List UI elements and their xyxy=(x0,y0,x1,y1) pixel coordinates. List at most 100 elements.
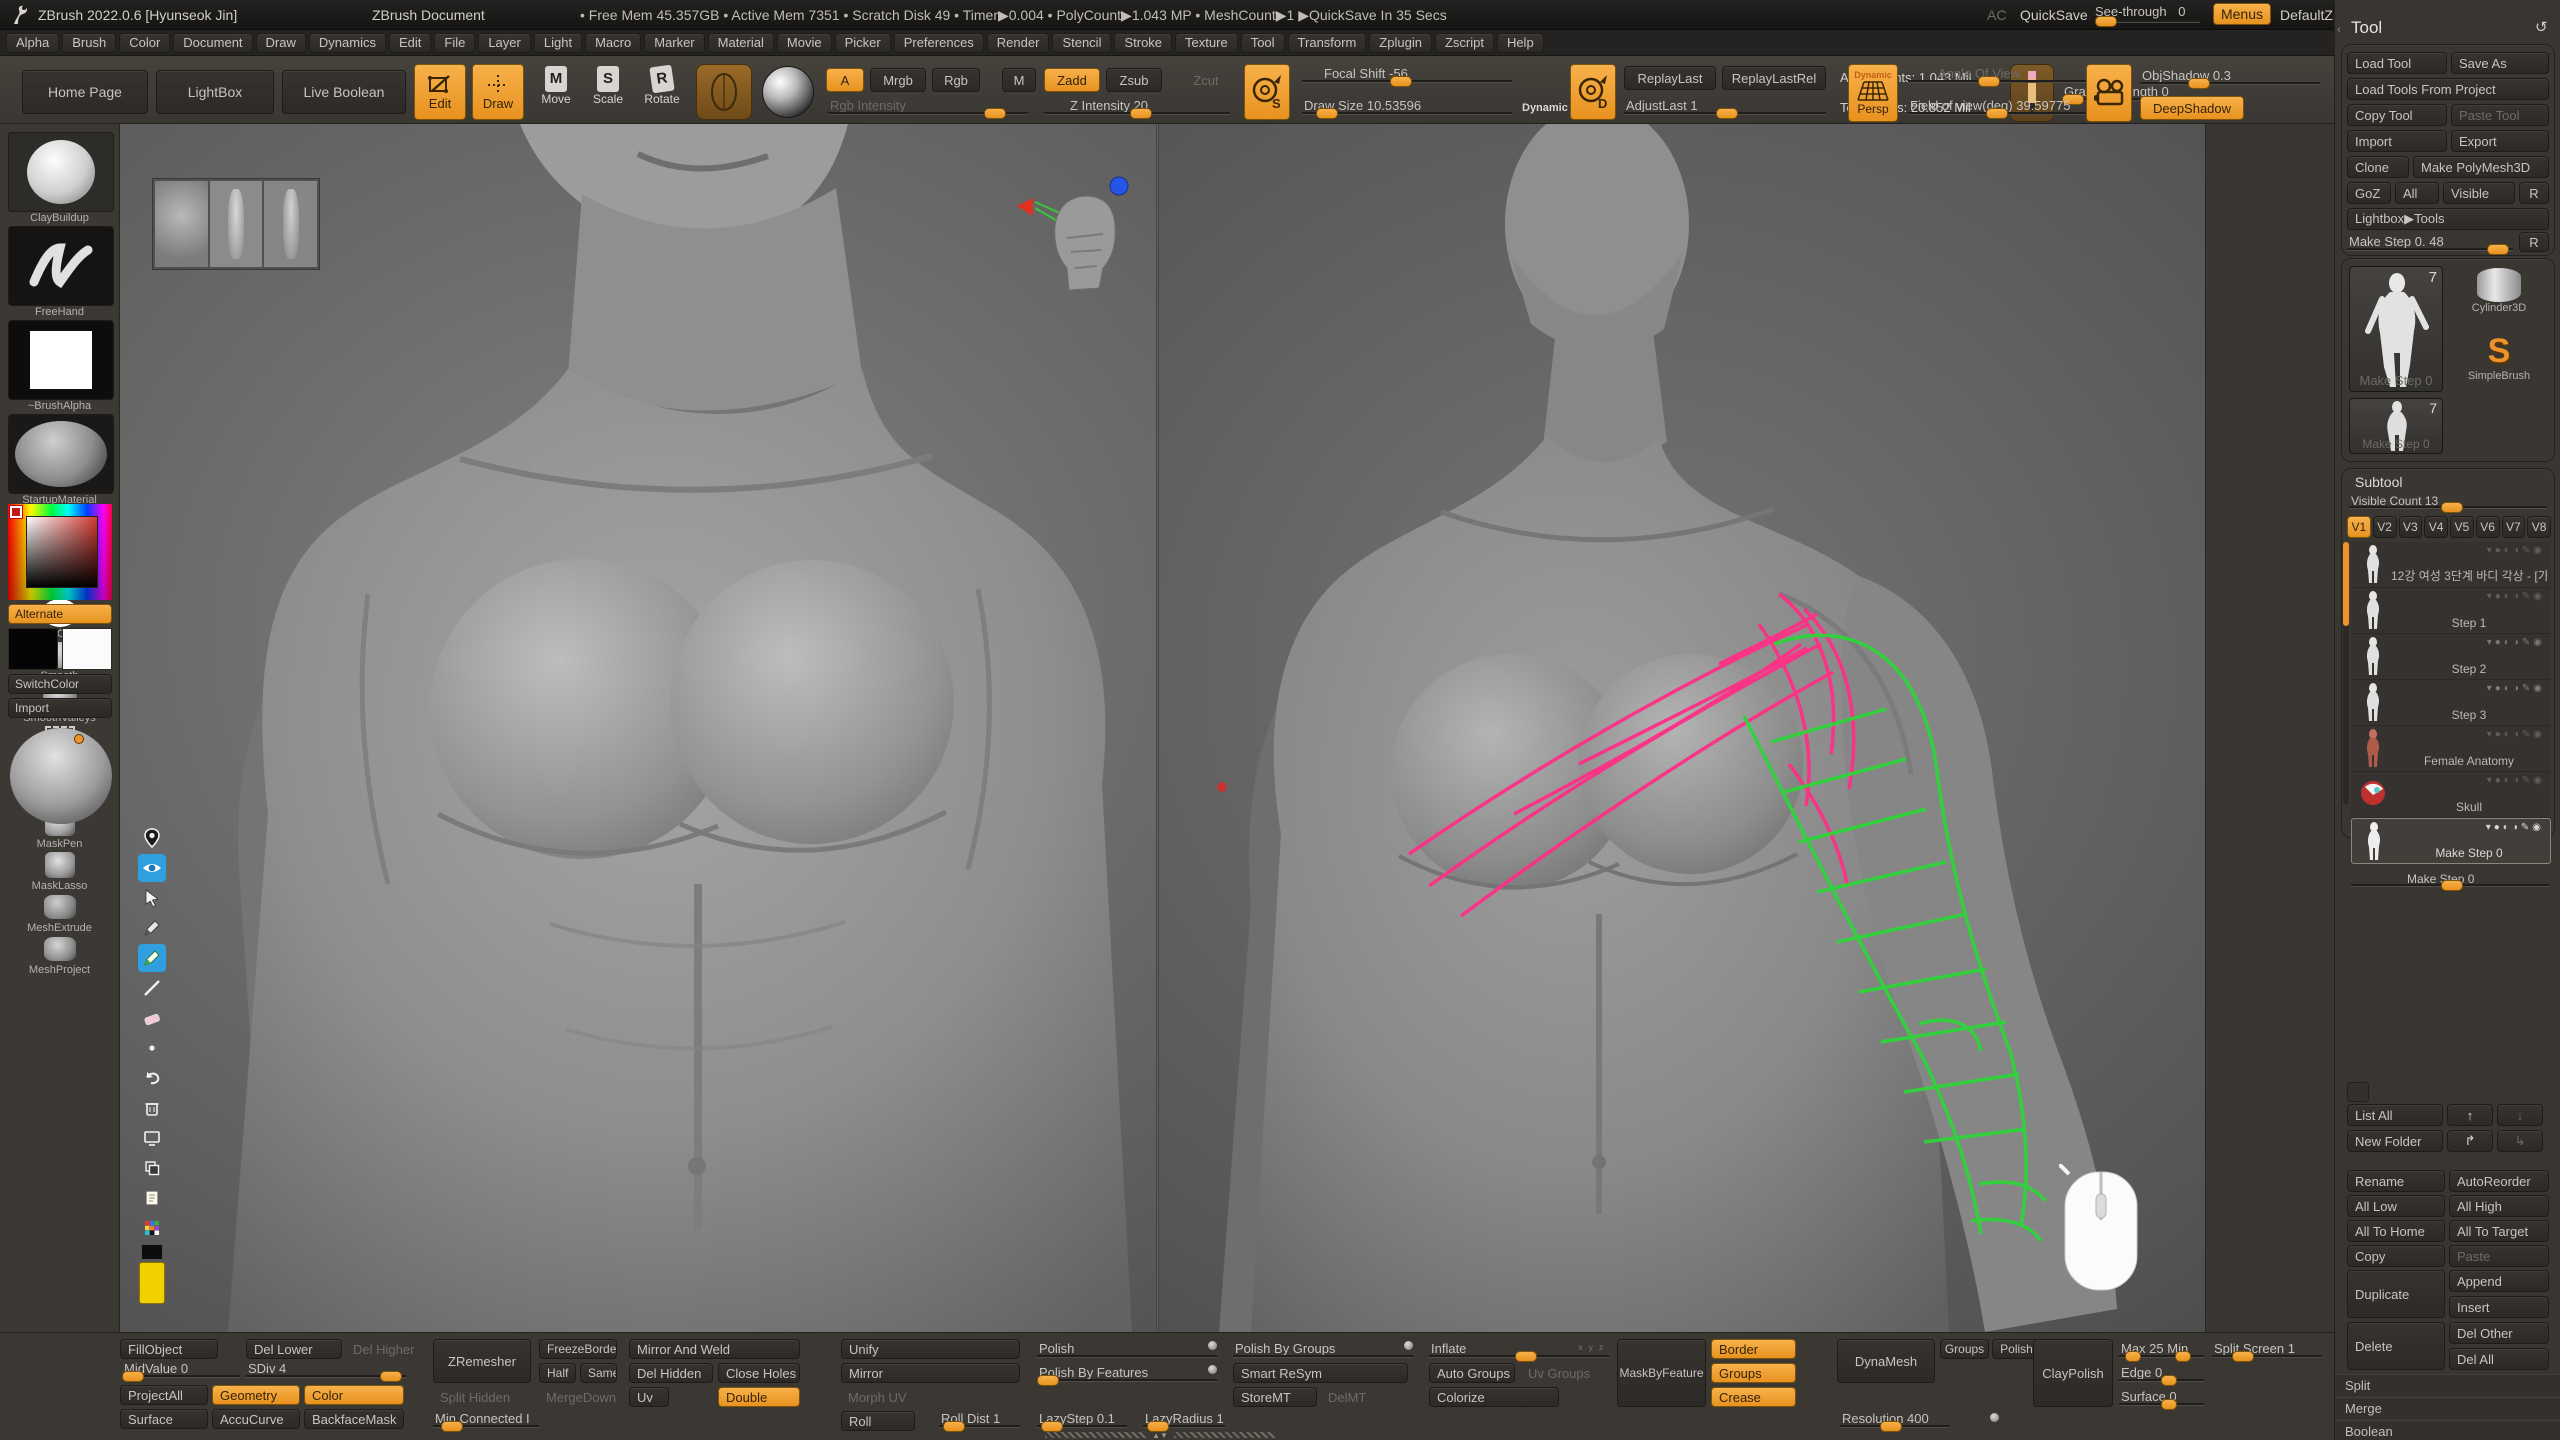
insert-button[interactable]: Insert xyxy=(2449,1296,2549,1318)
home-page-button[interactable]: Home Page xyxy=(22,70,148,114)
main-color-swatch[interactable] xyxy=(8,628,58,670)
del-all-button[interactable]: Del All xyxy=(2449,1348,2549,1370)
folder-down-button[interactable]: ↳ xyxy=(2497,1130,2543,1152)
inflate-slider[interactable]: Inflatex y z xyxy=(1429,1341,1609,1359)
undo-icon[interactable] xyxy=(138,1064,166,1092)
polish-toggle-dot[interactable] xyxy=(1208,1341,1217,1350)
menu-brush[interactable]: Brush xyxy=(62,33,116,53)
zremesher-button[interactable]: ZRemesher xyxy=(433,1339,531,1383)
light-position-dot[interactable] xyxy=(74,734,84,744)
morph-uv-button[interactable]: Morph UV xyxy=(841,1387,931,1407)
cursor-icon[interactable] xyxy=(138,884,166,912)
draw-mode-button[interactable]: Draw xyxy=(472,64,524,120)
menu-draw[interactable]: Draw xyxy=(256,33,306,53)
double-button[interactable]: Double xyxy=(718,1387,800,1407)
stroke-preview[interactable] xyxy=(696,64,752,120)
edit-mode-button[interactable]: Edit xyxy=(414,64,466,120)
pbf-toggle-dot[interactable] xyxy=(1208,1365,1217,1374)
auto-groups-button[interactable]: Auto Groups xyxy=(1429,1363,1515,1383)
duplicate-button[interactable]: Duplicate xyxy=(2347,1270,2445,1318)
menu-document[interactable]: Document xyxy=(173,33,252,53)
trash-icon[interactable] xyxy=(138,1094,166,1122)
layers-icon[interactable] xyxy=(138,1154,166,1182)
geometry-tab-button[interactable]: Geometry xyxy=(212,1385,300,1405)
mbf-border-button[interactable]: Border xyxy=(1711,1339,1796,1359)
goz-r-button[interactable]: R xyxy=(2519,182,2549,204)
dynamic-draw-button[interactable]: D xyxy=(1570,64,1616,120)
tool-reset-icon[interactable]: ↺ xyxy=(2535,18,2548,36)
smart-resym-button[interactable]: Smart ReSym xyxy=(1233,1363,1408,1383)
switch-color-button[interactable]: SwitchColor xyxy=(8,674,112,694)
menu-stencil[interactable]: Stencil xyxy=(1052,33,1111,53)
camera-orientation-preview[interactable] xyxy=(1015,168,1135,318)
lightbox-tools-button[interactable]: Lightbox▶Tools xyxy=(2347,208,2549,230)
move-mode-button[interactable]: M Move xyxy=(534,66,578,118)
reference-thumb-head[interactable] xyxy=(155,181,208,267)
rgb-toggle[interactable]: Rgb xyxy=(932,68,980,92)
focal-shift-slider[interactable]: Focal Shift -56 xyxy=(1302,66,1512,84)
dynamesh-groups-button[interactable]: Groups xyxy=(1940,1339,1989,1359)
mbf-crease-button[interactable]: Crease xyxy=(1711,1387,1796,1407)
load-tools-from-project-button[interactable]: Load Tools From Project xyxy=(2347,78,2549,100)
deep-shadow-button[interactable]: DeepShadow xyxy=(2140,96,2244,120)
pen-icon[interactable] xyxy=(138,914,166,942)
m-toggle[interactable]: M xyxy=(1002,68,1036,92)
polish-by-groups-slider[interactable]: Polish By Groups xyxy=(1233,1341,1413,1359)
rotate-mode-button[interactable]: R Rotate xyxy=(638,66,686,118)
replay-last-rel-button[interactable]: ReplayLastRel xyxy=(1722,66,1826,90)
menu-transform[interactable]: Transform xyxy=(1288,33,1367,53)
menu-render[interactable]: Render xyxy=(987,33,1050,53)
backface-mask-button[interactable]: BackfaceMask xyxy=(304,1409,404,1429)
left-figure-sculpt[interactable] xyxy=(120,124,1157,1332)
subtool-scrollbar[interactable] xyxy=(2343,542,2349,804)
a-toggle[interactable]: A xyxy=(826,68,864,92)
subtool-item-4[interactable]: ▾●◐◑✎◉ Female Anatomy xyxy=(2351,726,2551,772)
tab-v4[interactable]: V4 xyxy=(2424,516,2448,538)
tab-v1[interactable]: V1 xyxy=(2347,516,2371,538)
smooth-stroke-button[interactable]: S xyxy=(1244,64,1290,120)
eraser-icon[interactable] xyxy=(138,1004,166,1032)
clone-button[interactable]: Clone xyxy=(2347,156,2409,178)
list-all-button[interactable]: List All xyxy=(2347,1104,2443,1126)
subtool-item-5[interactable]: ▾●◐◑✎◉ Skull xyxy=(2351,772,2551,818)
field-of-view-slider[interactable]: Field of view(deg) 39.59775 xyxy=(1908,98,2108,116)
screen-capture-icon[interactable] xyxy=(138,1124,166,1152)
current-stroke[interactable]: FreeHand xyxy=(8,226,112,318)
min-connected-slider[interactable]: Min Connected I xyxy=(433,1411,539,1429)
del-hidden-button[interactable]: Del Hidden xyxy=(629,1363,713,1383)
make-step-r-button[interactable]: R xyxy=(2519,232,2549,252)
sv-box[interactable] xyxy=(26,516,98,588)
rgb-intensity-slider[interactable]: Rgb Intensity xyxy=(828,98,1028,116)
yellow-swatch[interactable] xyxy=(139,1262,165,1304)
goz-all-button[interactable]: All xyxy=(2395,182,2439,204)
polish-slider[interactable]: Polish xyxy=(1037,1341,1217,1359)
append-button[interactable]: Append xyxy=(2449,1270,2549,1292)
dot-size-icon[interactable] xyxy=(138,1034,166,1062)
color-palette-icon[interactable] xyxy=(138,1214,166,1242)
movie-camera-button[interactable] xyxy=(2086,64,2132,122)
autoclaim-toggle[interactable]: AC xyxy=(1987,7,2006,23)
tool-simplebrush[interactable]: S SimpleBrush xyxy=(2449,332,2549,394)
tab-v7[interactable]: V7 xyxy=(2502,516,2526,538)
notepad-icon[interactable] xyxy=(138,1184,166,1212)
zcut-toggle[interactable]: Zcut xyxy=(1182,68,1230,92)
color-picker[interactable] xyxy=(8,504,112,600)
tray-item-meshproject[interactable]: MeshProject xyxy=(8,934,112,974)
subtool-item-1[interactable]: ▾●◐◑✎◉ Step 1 xyxy=(2351,588,2551,634)
delete-button[interactable]: Delete xyxy=(2347,1322,2445,1370)
split-screen-slider-bottom[interactable]: Split Screen 1 xyxy=(2212,1341,2322,1359)
menu-color[interactable]: Color xyxy=(119,33,170,53)
all-high-button[interactable]: All High xyxy=(2449,1195,2549,1217)
menu-edit[interactable]: Edit xyxy=(389,33,431,53)
polish-by-features-slider[interactable]: Polish By Features xyxy=(1037,1365,1217,1383)
del-other-button[interactable]: Del Other xyxy=(2449,1322,2549,1344)
alternate-button[interactable]: Alternate xyxy=(8,604,112,624)
mbf-groups-button[interactable]: Groups xyxy=(1711,1363,1796,1383)
adjust-last-slider[interactable]: AdjustLast 1 xyxy=(1624,98,1826,116)
subtool-item-0[interactable]: ▾●◐◑✎◉ 12강 여성 3단계 바디 각상 - [가슴] xyxy=(2351,542,2551,588)
tab-v8[interactable]: V8 xyxy=(2527,516,2551,538)
second-tool-thumbnail[interactable]: 7 Make Step 0 xyxy=(2349,398,2443,454)
merge-section-header[interactable]: Merge xyxy=(2335,1397,2560,1419)
current-material-sphere[interactable] xyxy=(762,66,814,118)
replay-last-button[interactable]: ReplayLast xyxy=(1624,66,1716,90)
